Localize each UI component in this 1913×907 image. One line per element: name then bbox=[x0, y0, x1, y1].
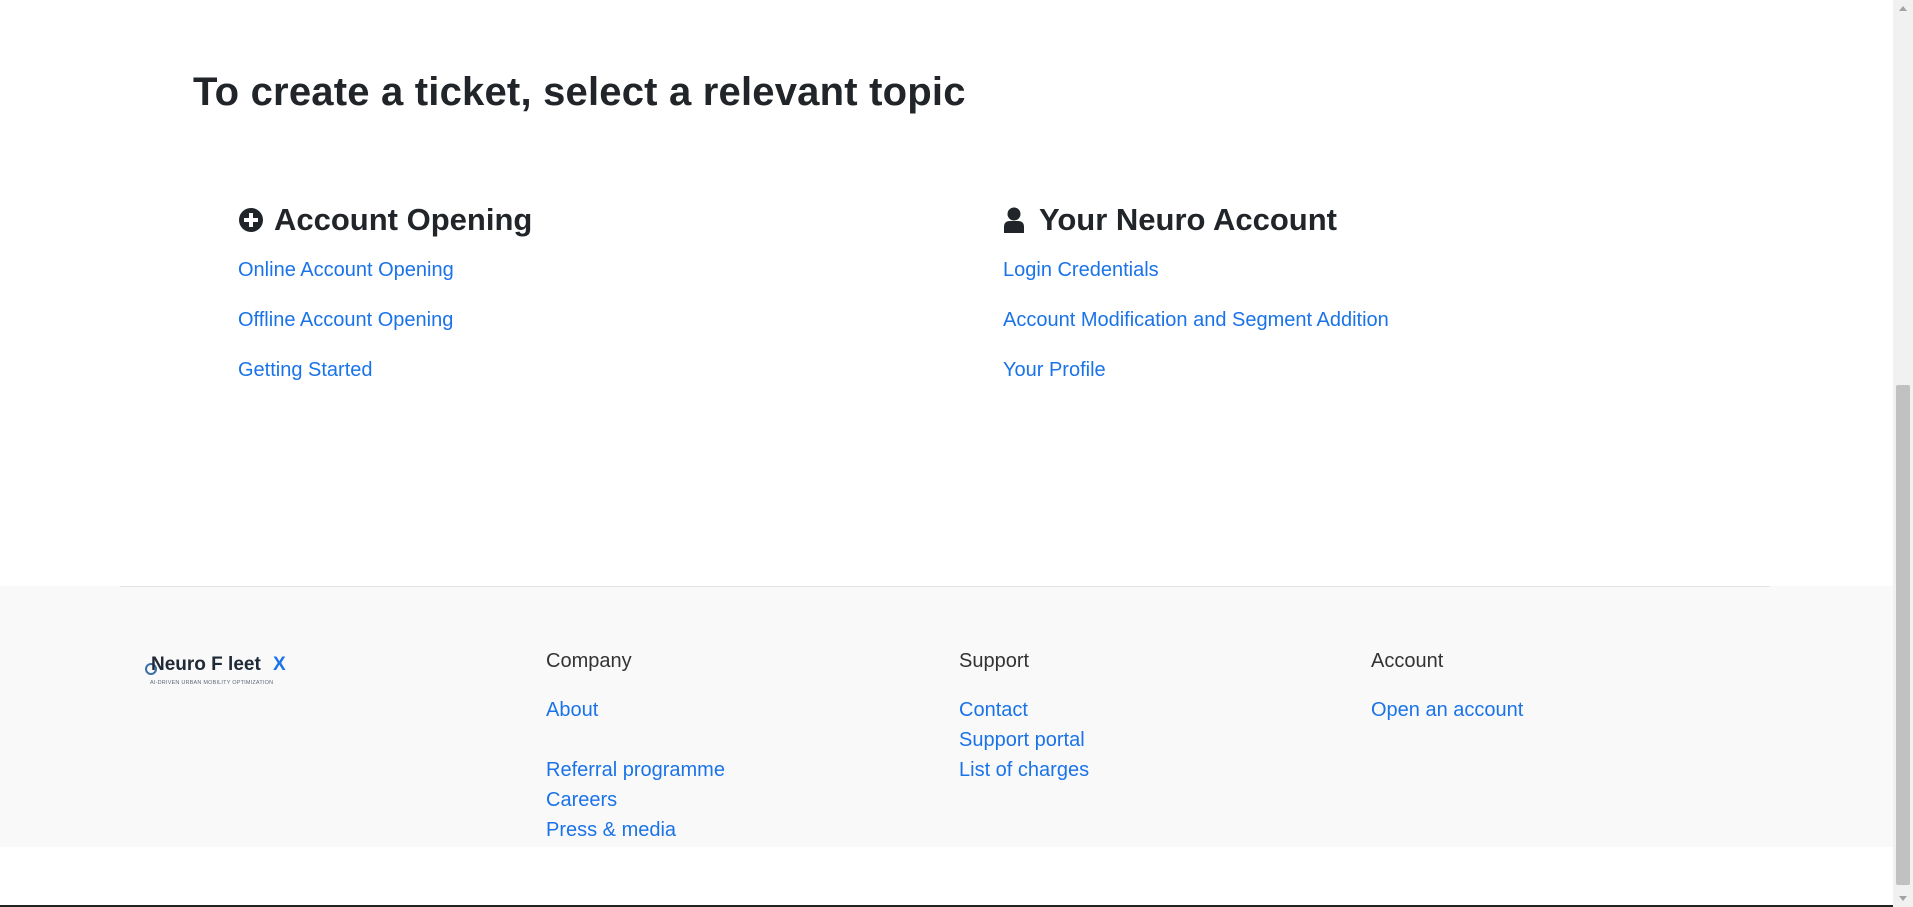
list-item: Login Credentials bbox=[1003, 258, 1389, 308]
list-item: Getting Started bbox=[238, 358, 532, 408]
footer-heading-company: Company bbox=[546, 650, 632, 672]
footer: Neuro F leet X AI-DRIVEN URBAN MOBILITY … bbox=[0, 586, 1893, 847]
list-item: Offline Account Opening bbox=[238, 308, 532, 358]
footer-heading-account: Account bbox=[1371, 650, 1444, 672]
scroll-down-arrow-icon[interactable] bbox=[1899, 896, 1907, 901]
link-getting-started[interactable]: Getting Started bbox=[238, 359, 373, 381]
list-item: Your Profile bbox=[1003, 358, 1389, 408]
link-offline-account-opening[interactable]: Offline Account Opening bbox=[238, 309, 453, 331]
support-page: To create a ticket, select a relevant to… bbox=[0, 0, 1893, 907]
footer-link-referral[interactable]: Referral programme bbox=[546, 759, 725, 781]
logo-name: Neuro F leet bbox=[151, 654, 261, 675]
link-online-account-opening[interactable]: Online Account Opening bbox=[238, 259, 454, 281]
link-login-credentials[interactable]: Login Credentials bbox=[1003, 259, 1159, 281]
footer-column-company: Company About Referral programme Careers… bbox=[546, 650, 725, 848]
link-account-modification[interactable]: Account Modification and Segment Additio… bbox=[1003, 309, 1389, 331]
list-item: About bbox=[546, 698, 725, 728]
list-item: Online Account Opening bbox=[238, 258, 532, 308]
topic-your-neuro-account: Your Neuro Account Login Credentials Acc… bbox=[1003, 200, 1389, 408]
logo-tagline: AI-DRIVEN URBAN MOBILITY OPTIMIZATION bbox=[150, 680, 274, 686]
user-icon bbox=[1003, 207, 1029, 233]
footer-column-support: Support Contact Support portal List of c… bbox=[959, 650, 1089, 788]
plus-circle-icon bbox=[238, 207, 264, 233]
topic-heading-your-neuro-account: Your Neuro Account bbox=[1003, 200, 1389, 240]
link-your-profile[interactable]: Your Profile bbox=[1003, 359, 1106, 381]
topic-links-account-opening: Online Account Opening Offline Account O… bbox=[238, 258, 532, 408]
footer-link-open-account[interactable]: Open an account bbox=[1371, 699, 1523, 721]
list-spacer bbox=[546, 728, 725, 758]
vertical-scrollbar[interactable] bbox=[1893, 0, 1913, 907]
footer-links-support: Contact Support portal List of charges bbox=[959, 698, 1089, 788]
footer-links-account: Open an account bbox=[1371, 698, 1523, 728]
list-item: Open an account bbox=[1371, 698, 1523, 728]
footer-link-contact[interactable]: Contact bbox=[959, 699, 1028, 721]
footer-link-careers[interactable]: Careers bbox=[546, 789, 617, 811]
topic-links-your-neuro-account: Login Credentials Account Modification a… bbox=[1003, 258, 1389, 408]
footer-link-list-of-charges[interactable]: List of charges bbox=[959, 759, 1089, 781]
list-item: Support portal bbox=[959, 728, 1089, 758]
page-title: To create a ticket, select a relevant to… bbox=[193, 70, 966, 114]
footer-link-press[interactable]: Press & media bbox=[546, 819, 676, 841]
footer-links-company: About Referral programme Careers Press &… bbox=[546, 698, 725, 848]
list-item: Contact bbox=[959, 698, 1089, 728]
topic-heading-account-opening: Account Opening bbox=[238, 200, 532, 240]
logo-x: X bbox=[273, 654, 286, 675]
list-item: Account Modification and Segment Additio… bbox=[1003, 308, 1389, 358]
scroll-up-arrow-icon[interactable] bbox=[1899, 6, 1907, 11]
topic-account-opening: Account Opening Online Account Opening O… bbox=[238, 200, 532, 408]
list-item: List of charges bbox=[959, 758, 1089, 788]
footer-heading-support: Support bbox=[959, 650, 1030, 672]
footer-column-account: Account Open an account bbox=[1371, 650, 1523, 728]
footer-link-support-portal[interactable]: Support portal bbox=[959, 729, 1085, 751]
list-item: Careers bbox=[546, 788, 725, 818]
footer-link-about[interactable]: About bbox=[546, 699, 598, 721]
scrollbar-thumb[interactable] bbox=[1896, 385, 1910, 885]
footer-logo[interactable]: Neuro F leet X AI-DRIVEN URBAN MOBILITY … bbox=[145, 654, 295, 694]
list-item: Press & media bbox=[546, 818, 725, 848]
topic-heading-label: Your Neuro Account bbox=[1039, 202, 1337, 237]
list-item: Referral programme bbox=[546, 758, 725, 788]
topic-heading-label: Account Opening bbox=[274, 202, 533, 237]
footer-divider bbox=[120, 586, 1770, 587]
